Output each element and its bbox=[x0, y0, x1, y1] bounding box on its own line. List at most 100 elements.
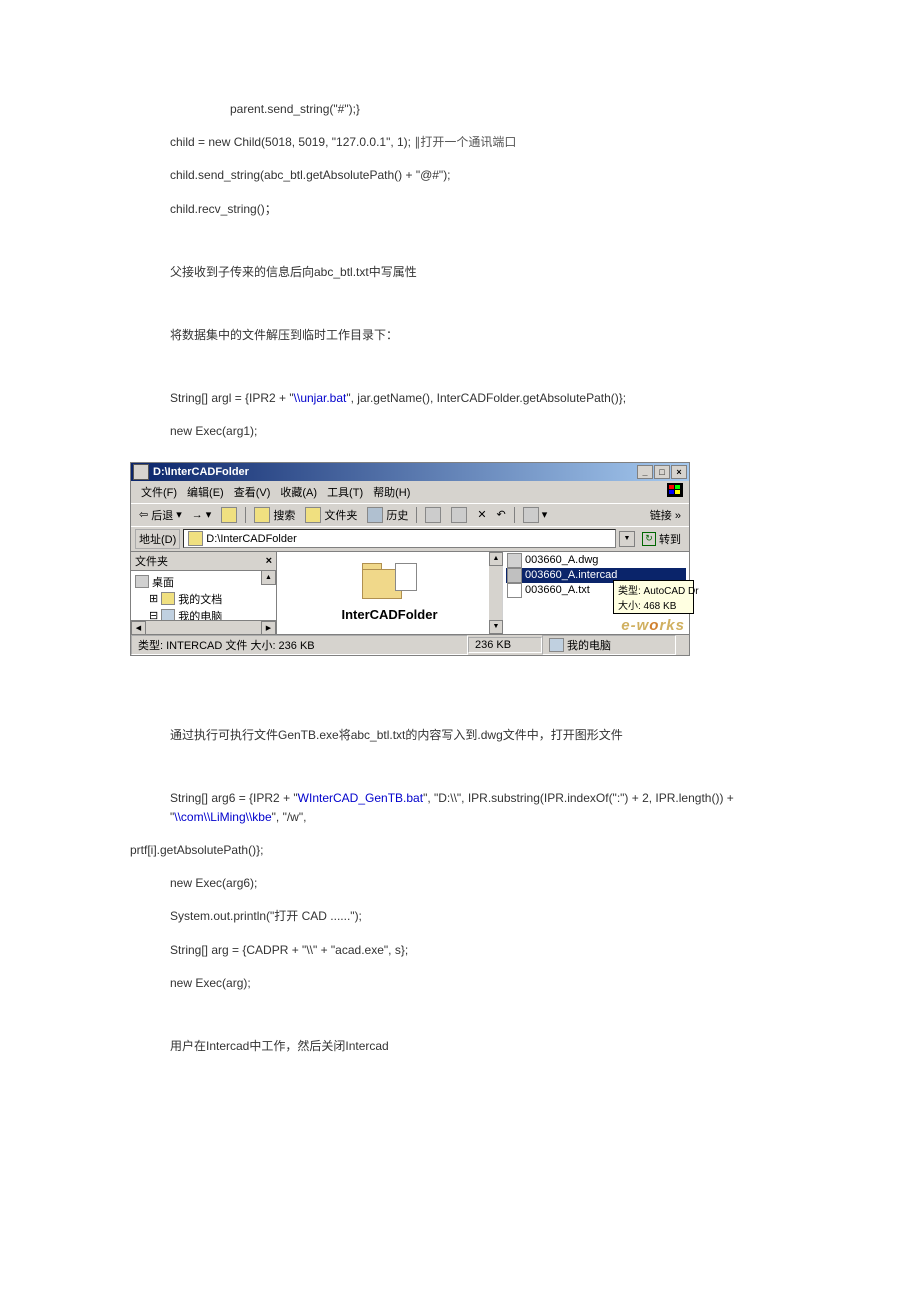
close-button[interactable]: × bbox=[671, 465, 687, 479]
copyto-button[interactable] bbox=[447, 506, 471, 524]
go-button[interactable]: ↻ 转到 bbox=[638, 530, 685, 548]
address-input[interactable]: D:\InterCADFolder bbox=[183, 529, 616, 548]
menu-label: 帮助(H) bbox=[373, 487, 410, 499]
scroll-up-button[interactable]: ▲ bbox=[489, 552, 503, 566]
forward-button[interactable]: → ▾ bbox=[188, 507, 216, 522]
app-icon bbox=[133, 464, 149, 480]
docs-icon bbox=[161, 592, 175, 605]
menu-label: 编辑(E) bbox=[187, 487, 224, 499]
titlebar[interactable]: D:\InterCADFolder _ □ × bbox=[131, 463, 689, 481]
paragraph: 将数据集中的文件解压到临时工作目录下： bbox=[130, 326, 790, 345]
folder-info-pane: InterCADFolder ▲ ▼ bbox=[277, 552, 503, 634]
search-button[interactable]: 搜索 bbox=[250, 506, 299, 524]
menu-label: 文件(F) bbox=[141, 487, 177, 499]
file-name: 003660_A.intercad bbox=[525, 569, 617, 581]
separator bbox=[514, 507, 515, 523]
links-button[interactable]: 链接 » bbox=[646, 506, 685, 524]
scroll-track[interactable] bbox=[146, 621, 261, 634]
maximize-button[interactable]: □ bbox=[654, 465, 670, 479]
code-line: String[] arg6 = {IPR2 + "WInterCAD_GenTB… bbox=[130, 789, 790, 827]
toolbar: ⇦ 后退 ▾ → ▾ 搜索 文件夹 历史 ✕ ↶ ▾ 链接 » bbox=[131, 503, 689, 526]
wm: o bbox=[649, 617, 659, 634]
scroll-up-button[interactable]: ▲ bbox=[261, 570, 276, 585]
document-page: parent.send_string("#");} child = new Ch… bbox=[0, 0, 920, 1270]
spacer bbox=[130, 759, 790, 789]
code-text: ", jar.getName(), InterCADFolder.getAbso… bbox=[346, 391, 626, 405]
code-line: prtf[i].getAbsolutePath()}; bbox=[130, 841, 790, 860]
explorer-window: D:\InterCADFolder _ □ × 文件(F) 编辑(E) 查看(V… bbox=[130, 462, 690, 656]
folders-pane: 文件夹 × ▲ 桌面 ⊞ 我的文档 ⊟ 我的电脑 ◀ ▶ bbox=[131, 552, 277, 634]
folder-icon bbox=[188, 531, 203, 546]
code-text: child = new Child(5018, 5019, "127.0.0.1… bbox=[170, 135, 414, 149]
window-controls: _ □ × bbox=[637, 465, 687, 479]
menu-tools[interactable]: 工具(T) bbox=[323, 483, 367, 501]
file-item-dwg[interactable]: 003660_A.dwg bbox=[506, 553, 686, 568]
minimize-button[interactable]: _ bbox=[637, 465, 653, 479]
code-line: new Exec(arg1); bbox=[130, 422, 790, 441]
code-line: String[] arg = {CADPR + "\\" + "acad.exe… bbox=[130, 941, 790, 960]
go-icon: ↻ bbox=[642, 532, 656, 546]
pane-close-button[interactable]: × bbox=[266, 555, 272, 567]
history-button[interactable]: 历史 bbox=[363, 506, 412, 524]
label: 文件夹 bbox=[324, 507, 357, 523]
back-button[interactable]: ⇦ 后退 ▾ bbox=[135, 506, 186, 524]
scroll-down-button[interactable]: ▼ bbox=[489, 620, 503, 634]
folder-icon bbox=[305, 507, 321, 523]
menu-edit[interactable]: 编辑(E) bbox=[183, 483, 228, 501]
menu-file[interactable]: 文件(F) bbox=[137, 483, 181, 501]
tree-item-desktop[interactable]: 桌面 bbox=[135, 574, 272, 590]
separator bbox=[416, 507, 417, 523]
paragraph: 用户在Intercad中工作，然后关闭Intercad bbox=[130, 1037, 790, 1056]
wm: rks bbox=[659, 617, 685, 634]
label: 搜索 bbox=[273, 507, 295, 523]
label: 我的文档 bbox=[178, 591, 222, 607]
menu-label: 工具(T) bbox=[327, 487, 363, 499]
menu-fav[interactable]: 收藏(A) bbox=[276, 483, 321, 501]
code-line: child.send_string(abc_btl.getAbsolutePat… bbox=[130, 166, 790, 185]
search-icon bbox=[254, 507, 270, 523]
tooltip: 类型: AutoCAD Dr 大小: 468 KB bbox=[613, 580, 694, 614]
scroll-right-button[interactable]: ▶ bbox=[261, 621, 276, 634]
intercad-icon bbox=[507, 568, 522, 583]
folders-button[interactable]: 文件夹 bbox=[301, 506, 361, 524]
code-text: String[] arg6 = {IPR2 + " bbox=[170, 791, 298, 805]
go-label: 转到 bbox=[659, 531, 681, 547]
scroll-left-button[interactable]: ◀ bbox=[131, 621, 146, 634]
h-scrollbar[interactable]: ◀ ▶ bbox=[131, 620, 276, 634]
views-button[interactable]: ▾ bbox=[519, 506, 552, 524]
delete-button[interactable]: ✕ bbox=[473, 507, 490, 522]
tooltip-line: 类型: AutoCAD Dr bbox=[618, 586, 699, 597]
wm: e-w bbox=[621, 617, 649, 634]
code-line: new Exec(arg6); bbox=[130, 874, 790, 893]
paragraph: 父接收到子传来的信息后向abc_btl.txt中写属性 bbox=[130, 263, 790, 282]
moveto-button[interactable] bbox=[421, 506, 445, 524]
tree-item-mydocs[interactable]: ⊞ 我的文档 bbox=[135, 591, 272, 607]
address-label: 地址(D) bbox=[135, 529, 180, 549]
v-scrollbar[interactable]: ▲ ▼ bbox=[489, 552, 502, 634]
moveto-icon bbox=[425, 507, 441, 523]
address-dropdown[interactable]: ▼ bbox=[619, 531, 635, 547]
folder-tree: 桌面 ⊞ 我的文档 ⊟ 我的电脑 bbox=[131, 571, 276, 627]
spacer bbox=[130, 1007, 790, 1037]
menu-view[interactable]: 查看(V) bbox=[230, 483, 275, 501]
folder-name: InterCADFolder bbox=[341, 607, 437, 622]
status-bar: 类型: INTERCAD 文件 大小: 236 KB 236 KB 我的电脑 bbox=[131, 634, 689, 655]
menu-label: 查看(V) bbox=[234, 487, 271, 499]
views-icon bbox=[523, 507, 539, 523]
separator bbox=[245, 507, 246, 523]
history-icon bbox=[367, 507, 383, 523]
code-line: child = new Child(5018, 5019, "127.0.0.1… bbox=[130, 133, 790, 152]
spacer bbox=[130, 296, 790, 326]
menu-help[interactable]: 帮助(H) bbox=[369, 483, 414, 501]
status-info: 类型: INTERCAD 文件 大小: 236 KB bbox=[131, 635, 468, 655]
spacer bbox=[130, 359, 790, 389]
menubar: 文件(F) 编辑(E) 查看(V) 收藏(A) 工具(T) 帮助(H) bbox=[131, 481, 689, 503]
label: 后退 bbox=[151, 507, 173, 523]
copyto-icon bbox=[451, 507, 467, 523]
undo-button[interactable]: ↶ bbox=[493, 507, 510, 522]
spacer bbox=[130, 233, 790, 263]
status-location: 我的电脑 bbox=[542, 635, 676, 655]
txt-icon bbox=[507, 583, 522, 598]
pane-header: 文件夹 × bbox=[131, 552, 276, 571]
up-button[interactable] bbox=[217, 506, 241, 524]
